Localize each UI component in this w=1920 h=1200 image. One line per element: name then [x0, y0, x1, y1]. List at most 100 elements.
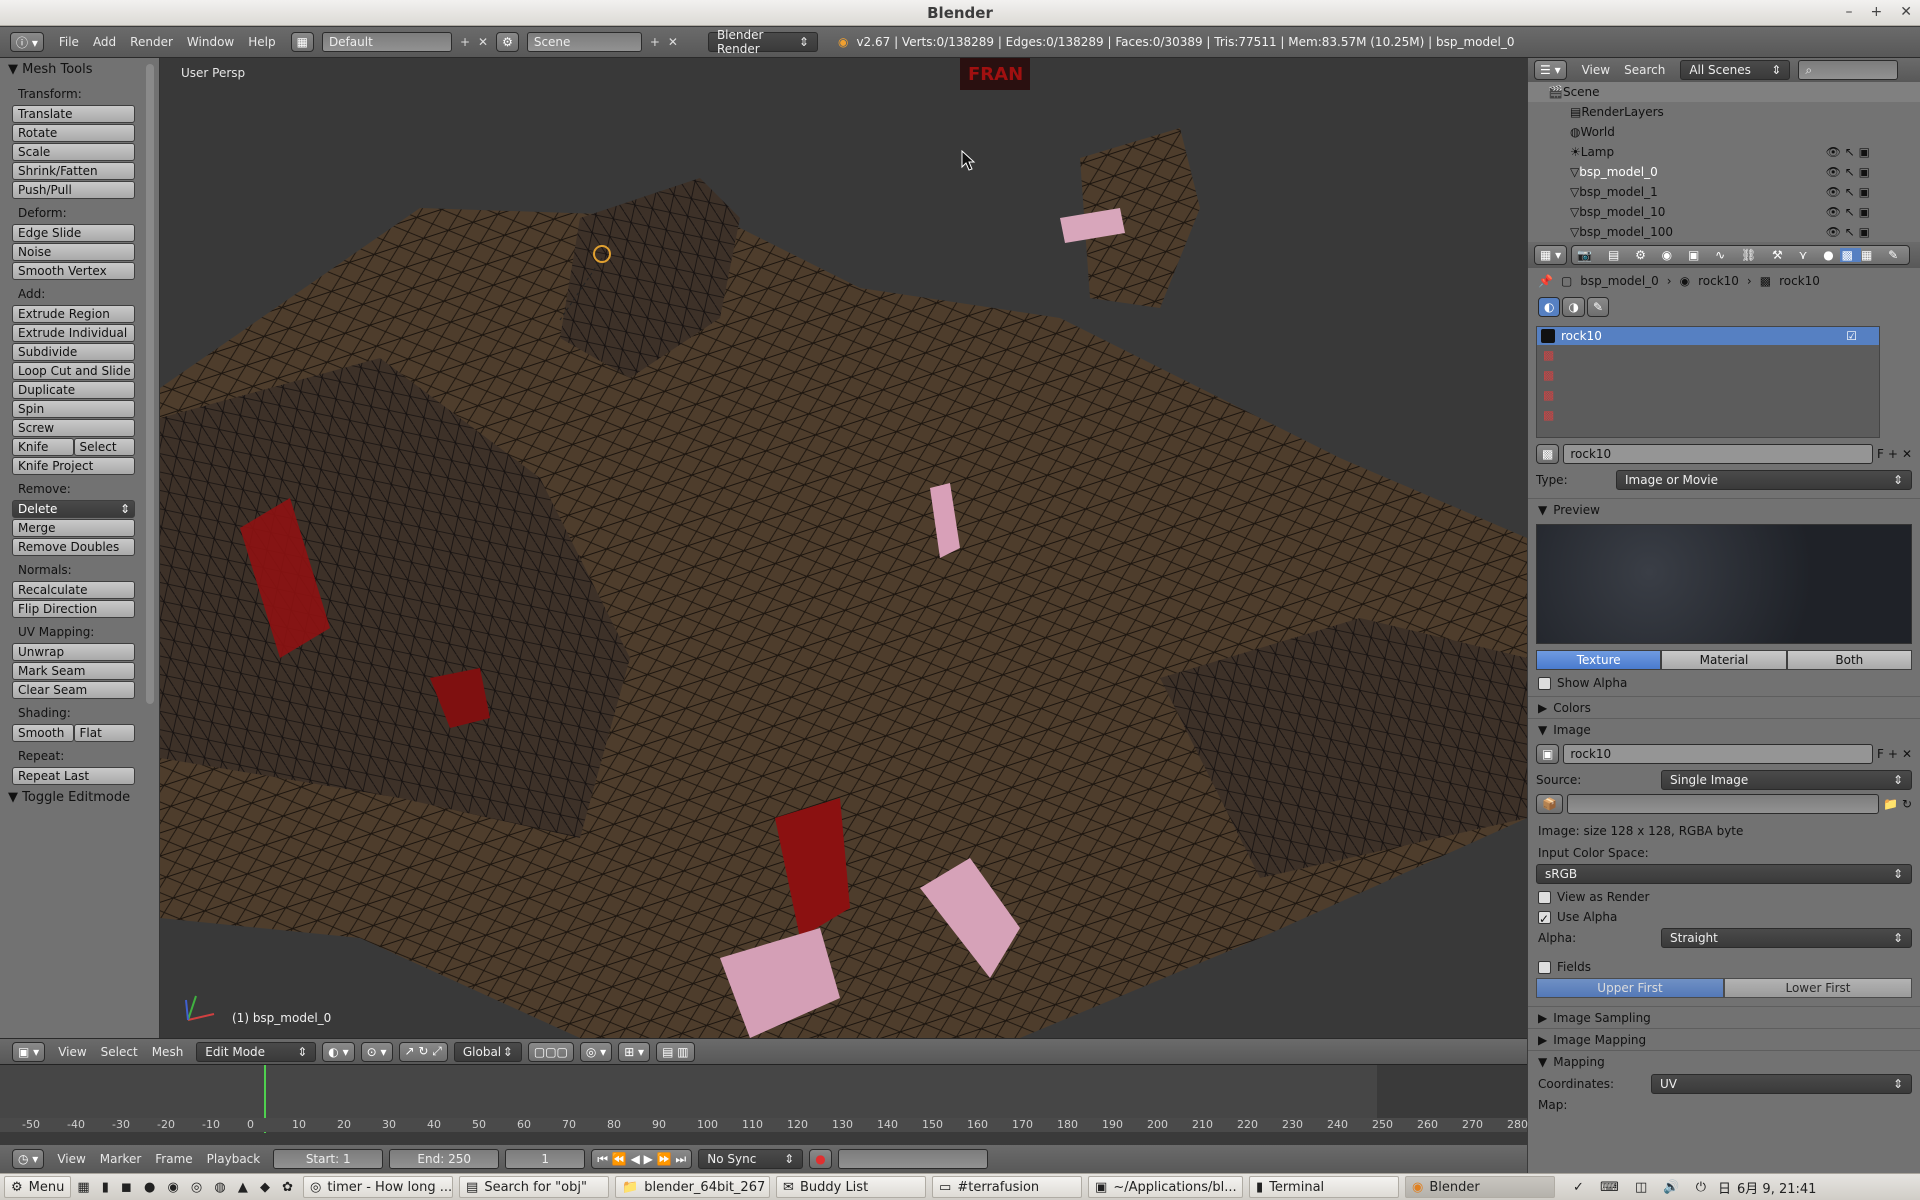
outliner-item-world[interactable]: ◍ World: [1528, 122, 1920, 142]
timeline-editor-icon[interactable]: ◷ ▾: [12, 1149, 45, 1169]
menu-add[interactable]: Add: [86, 35, 123, 49]
knife-button[interactable]: Knife: [12, 438, 74, 456]
timeline-menu-marker[interactable]: Marker: [93, 1152, 148, 1166]
view3d-editor-icon[interactable]: ▣ ▾: [12, 1041, 46, 1062]
knife-select-button[interactable]: Select: [73, 438, 135, 456]
outliner-item-lamp[interactable]: ☀ Lamp 👁 ↖ ▣: [1528, 142, 1920, 162]
fields-checkbox[interactable]: [1538, 961, 1551, 974]
duplicate-button[interactable]: Duplicate: [12, 381, 135, 399]
browse-file-icon[interactable]: 📁: [1883, 797, 1898, 811]
keying-set-field[interactable]: [837, 1149, 988, 1169]
world-texture-icon[interactable]: ◐: [1538, 297, 1561, 317]
preview-tab-both[interactable]: Both: [1786, 650, 1912, 670]
properties-editor-icon[interactable]: ▦ ▾: [1534, 245, 1568, 265]
sync-select[interactable]: No Sync ⇕: [698, 1149, 804, 1169]
panel-preview[interactable]: ▼ Preview: [1528, 498, 1920, 520]
preview-tab-texture[interactable]: Texture: [1536, 650, 1662, 670]
visibility-icons[interactable]: 👁 ↖ ▣: [1826, 185, 1870, 199]
panel-toggle-editmode[interactable]: ▼ Toggle Editmode: [0, 786, 159, 809]
color-space-select[interactable]: sRGB ⇕: [1536, 864, 1912, 884]
task-terrafusion[interactable]: ▭ #terrafusion: [932, 1176, 1083, 1198]
view-as-render-checkbox[interactable]: [1538, 891, 1551, 904]
smooth-button[interactable]: Smooth: [12, 724, 74, 742]
scene-icon[interactable]: ⚙: [496, 32, 519, 52]
pivot-icon[interactable]: ⊙ ▾: [360, 1041, 393, 1062]
view3d-menu-view[interactable]: View: [51, 1045, 93, 1059]
scene-field[interactable]: Scene: [526, 32, 642, 52]
loop-cut-button[interactable]: Loop Cut and Slide: [12, 362, 135, 380]
layers-icon[interactable]: ▢▢▢: [527, 1041, 574, 1062]
outliner-item-bsp-model-100[interactable]: ▽ bsp_model_100 👁 ↖ ▣: [1528, 222, 1920, 242]
task-timer[interactable]: ◎ timer - How long ...: [303, 1176, 454, 1198]
playback-controls-icon[interactable]: ⏮ ⏪ ◀ ▶ ⏩ ⏭: [591, 1149, 693, 1169]
noise-button[interactable]: Noise: [12, 243, 135, 261]
shrink-fatten-button[interactable]: Shrink/Fatten: [12, 162, 135, 180]
visibility-icons[interactable]: 👁 ↖ ▣: [1826, 205, 1870, 219]
show-alpha-checkbox[interactable]: [1538, 677, 1551, 690]
merge-button[interactable]: Merge: [12, 519, 135, 537]
tray-icons[interactable]: ✓ ⌨ ◫ 🔊 ⏻: [1573, 1180, 1712, 1195]
snap-icon[interactable]: ⊞ ▾: [618, 1041, 651, 1062]
flip-direction-button[interactable]: Flip Direction: [12, 600, 135, 618]
pin-icon[interactable]: 📌: [1538, 274, 1553, 288]
toolshelf-scrollbar[interactable]: [146, 64, 154, 704]
material-texture-icon[interactable]: ◑: [1562, 297, 1585, 317]
pack-icon[interactable]: 📦: [1536, 794, 1563, 814]
fake-user-button[interactable]: F: [1877, 447, 1884, 461]
maximize-icon[interactable]: +: [1871, 4, 1883, 20]
subdivide-button[interactable]: Subdivide: [12, 343, 135, 361]
render-buttons-icon[interactable]: ▤ ▥: [656, 1041, 695, 1062]
render-engine-select[interactable]: Blender Render ⇕: [707, 28, 818, 56]
context-tabs[interactable]: 📷 ▤ ⚙ ◉ ▣ ∿ ⛓ ⚒ ⋎ ● ▩ ▦ ✎: [1571, 245, 1911, 265]
fields-row[interactable]: Fields: [1538, 960, 1920, 974]
add-texture-icon[interactable]: +: [1888, 447, 1898, 461]
texture-slot-active[interactable]: rock10 ☑: [1537, 327, 1879, 345]
menu-render[interactable]: Render: [123, 35, 180, 49]
start-menu-button[interactable]: ⚙ Menu: [4, 1176, 72, 1198]
add-scene-icon[interactable]: +: [650, 35, 660, 49]
slot-enabled-checkbox[interactable]: ☑: [1846, 329, 1857, 343]
close-icon[interactable]: ✕: [1900, 4, 1912, 20]
smooth-vertex-button[interactable]: Smooth Vertex: [12, 262, 135, 280]
texture-browse-icon[interactable]: ▩: [1536, 444, 1560, 464]
unlink-texture-icon[interactable]: ✕: [1902, 447, 1912, 461]
viewport-shading-icon[interactable]: ◐ ▾: [322, 1041, 355, 1062]
orientation-select[interactable]: Global ⇕: [453, 1041, 522, 1062]
task-search[interactable]: ▤ Search for "obj": [459, 1176, 610, 1198]
start-frame-field[interactable]: Start: 1: [273, 1149, 384, 1169]
panel-image[interactable]: ▼ Image: [1528, 718, 1920, 740]
outliner-editor-icon[interactable]: ☰ ▾: [1534, 60, 1567, 80]
image-fake-user-button[interactable]: F: [1877, 747, 1884, 761]
outliner-menu-search[interactable]: Search: [1617, 63, 1672, 77]
filepath-field[interactable]: [1566, 794, 1879, 814]
task-blender[interactable]: ◉ Blender: [1405, 1176, 1556, 1198]
layout-field[interactable]: Default: [321, 32, 452, 52]
edge-slide-button[interactable]: Edge Slide: [12, 224, 135, 242]
delete-menu[interactable]: Delete ⇕: [12, 500, 135, 518]
viewport-3d[interactable]: FRAN User Persp (1) bsp_model_0: [160, 58, 1527, 1038]
panel-mapping[interactable]: ▼ Mapping: [1528, 1050, 1920, 1072]
mark-seam-button[interactable]: Mark Seam: [12, 662, 135, 680]
menu-window[interactable]: Window: [180, 35, 241, 49]
menu-help[interactable]: Help: [241, 35, 282, 49]
mode-select[interactable]: Edit Mode ⇕: [196, 1041, 317, 1062]
source-select[interactable]: Single Image ⇕: [1661, 770, 1912, 790]
outliner-filter-select[interactable]: All Scenes ⇕: [1680, 60, 1791, 80]
preview-tab-material[interactable]: Material: [1661, 650, 1787, 670]
view3d-menu-mesh[interactable]: Mesh: [145, 1045, 191, 1059]
manipulator-icon[interactable]: ↗ ↻ ⤢: [398, 1041, 448, 1062]
view3d-menu-select[interactable]: Select: [94, 1045, 145, 1059]
scale-button[interactable]: Scale: [12, 143, 135, 161]
push-pull-button[interactable]: Push/Pull: [12, 181, 135, 199]
remove-layout-icon[interactable]: ✕: [478, 35, 488, 49]
remove-doubles-button[interactable]: Remove Doubles: [12, 538, 135, 556]
knife-project-button[interactable]: Knife Project: [12, 457, 135, 475]
task-applications[interactable]: ▣ ~/Applications/bl...: [1088, 1176, 1244, 1198]
panel-mesh-tools[interactable]: ▼ Mesh Tools: [0, 58, 159, 81]
view-as-render-row[interactable]: View as Render: [1538, 890, 1920, 904]
use-alpha-checkbox[interactable]: ✓: [1538, 911, 1551, 926]
outliner-item-bsp-model-10[interactable]: ▽ bsp_model_10 👁 ↖ ▣: [1528, 202, 1920, 222]
task-buddy-list[interactable]: ✉ Buddy List: [776, 1176, 927, 1198]
outliner-menu-view[interactable]: View: [1575, 63, 1617, 77]
lower-first-button[interactable]: Lower First: [1724, 978, 1912, 998]
